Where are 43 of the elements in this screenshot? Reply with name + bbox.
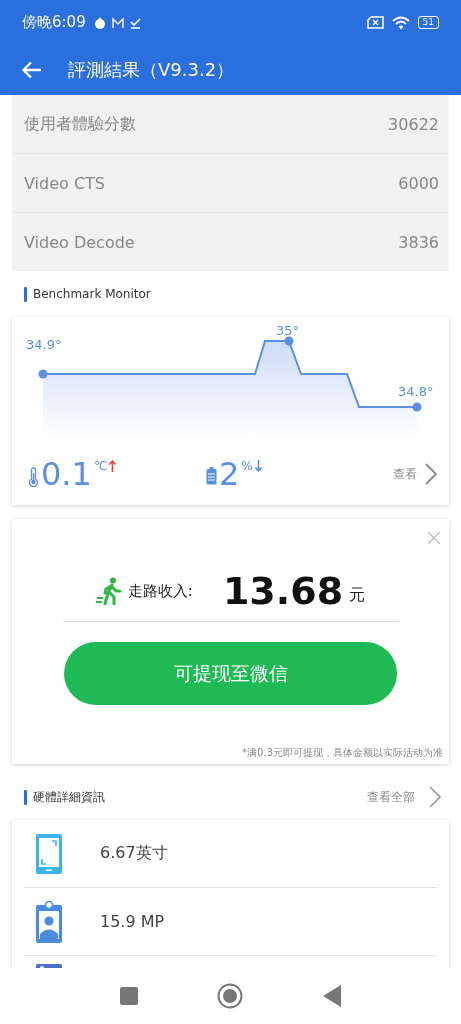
chevron-icon[interactable]: [425, 463, 437, 485]
stat-unit: %: [241, 459, 253, 473]
point-label: 34.8°: [398, 384, 434, 399]
score-value: 30622: [388, 114, 439, 134]
stat-value: 2: [219, 455, 240, 493]
id-badge-icon: [36, 900, 62, 943]
score-value: 6000: [398, 173, 439, 193]
view-link[interactable]: 查看: [393, 465, 417, 483]
wifi-icon: [391, 15, 410, 30]
stat-value: 0.1: [41, 455, 92, 493]
back-icon[interactable]: [323, 985, 342, 1007]
thermometer-icon: [28, 467, 39, 487]
data-point: [38, 369, 48, 379]
data-point: [284, 336, 294, 346]
section-heading: Benchmark Monitor: [33, 287, 151, 301]
status-time: 傍晚6:09: [22, 13, 86, 32]
chevron-icon[interactable]: [429, 786, 441, 808]
currency-unit: 元: [349, 584, 366, 606]
recents-icon[interactable]: [119, 987, 138, 1005]
battery-icon: [206, 467, 217, 485]
back-arrow-icon[interactable]: [22, 61, 42, 79]
battery-indicator: 51: [417, 16, 439, 29]
footnote: *满0.3元即可提现，具体金额以实际活动为准: [242, 746, 443, 760]
score-label: Video CTS: [24, 173, 105, 193]
withdraw-button[interactable]: 可提现至微信: [64, 642, 397, 705]
home-icon[interactable]: [217, 983, 244, 1009]
data-point: [412, 402, 422, 412]
score-label: 使用者體驗分數: [24, 113, 136, 135]
hardware-spec: 6.67英寸: [100, 843, 168, 864]
stat-unit: ℃: [93, 459, 108, 473]
earnings-label: 走路收入:: [127, 581, 193, 601]
point-label: 34.9°: [26, 337, 62, 352]
sim-icon: [366, 16, 384, 29]
page-title: 評測結果（V9.3.2）: [68, 58, 235, 82]
earnings-amount: 13.68: [222, 569, 344, 613]
view-all-link[interactable]: 查看全部: [367, 788, 415, 806]
section-heading: 硬體詳細資訊: [33, 788, 105, 806]
score-label: Video Decode: [24, 232, 135, 252]
score-value: 3836: [398, 232, 439, 252]
walking-person-icon: [95, 577, 122, 605]
point-label: 35°: [276, 323, 300, 338]
hardware-spec: 15.9 MP: [100, 912, 165, 931]
phone-screen-icon: [36, 833, 62, 874]
